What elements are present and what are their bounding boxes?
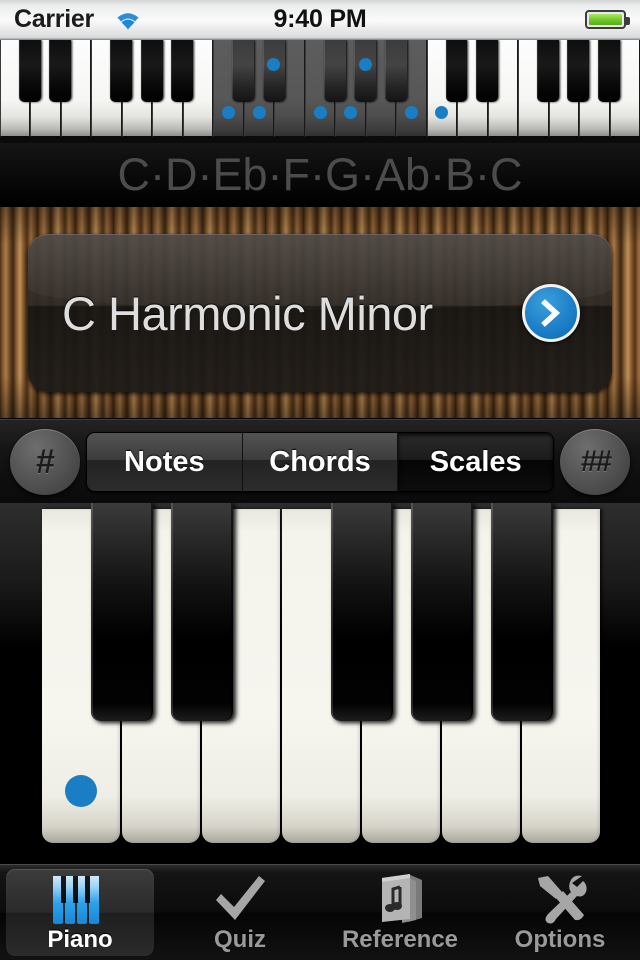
- mini-black-key[interactable]: [49, 40, 72, 102]
- mini-black-key[interactable]: [536, 40, 559, 102]
- black-key-csharp[interactable]: [91, 503, 153, 721]
- mini-black-key[interactable]: [476, 40, 498, 102]
- battery-fill: [589, 14, 622, 25]
- mini-note-marker: [313, 106, 327, 119]
- mini-black-key[interactable]: [140, 40, 163, 102]
- mini-black-key[interactable]: [384, 40, 407, 102]
- tab-label: Reference: [341, 926, 459, 953]
- wood-panel: C Harmonic Minor: [0, 206, 640, 419]
- scale-selector-button[interactable]: C Harmonic Minor: [28, 234, 612, 392]
- scale-name-label: C Harmonic Minor: [62, 286, 433, 340]
- piano-keys-icon: [53, 870, 107, 924]
- scale-notes-row: C·D·Eb·F·G·Ab·B·C: [0, 143, 640, 206]
- double-flat-button[interactable]: ##: [560, 429, 630, 495]
- chevron-right-icon[interactable]: [522, 284, 580, 342]
- black-key-fsharp[interactable]: [331, 503, 393, 721]
- black-key-asharp[interactable]: [491, 503, 553, 721]
- book-music-icon: [374, 870, 426, 924]
- checkmark-icon: [212, 870, 268, 924]
- mini-black-key[interactable]: [262, 40, 285, 102]
- mini-note-marker: [404, 106, 418, 119]
- hammer-wrench-icon: [532, 870, 588, 924]
- mini-black-key[interactable]: [445, 40, 468, 102]
- clock-label: 9:40 PM: [273, 5, 367, 33]
- tab-label: Options: [514, 926, 606, 953]
- mini-black-key[interactable]: [354, 40, 377, 102]
- scale-notes-label: C·D·Eb·F·G·Ab·B·C: [117, 148, 523, 200]
- black-key-dsharp[interactable]: [171, 503, 233, 721]
- note-marker: [65, 775, 97, 807]
- mini-black-key[interactable]: [110, 40, 133, 102]
- mini-note-marker: [343, 106, 357, 119]
- tab-piano[interactable]: Piano: [0, 865, 160, 960]
- mini-black-key[interactable]: [323, 40, 346, 102]
- mini-black-key[interactable]: [232, 40, 255, 102]
- mini-black-key[interactable]: [597, 40, 620, 102]
- segment-scales[interactable]: Scales: [398, 433, 553, 491]
- segment-chords[interactable]: Chords: [242, 433, 399, 491]
- mode-segmented-control[interactable]: Notes Chords Scales: [86, 432, 554, 492]
- mini-black-key[interactable]: [171, 40, 194, 102]
- tab-label: Piano: [47, 926, 113, 953]
- mode-control-row: # Notes Chords Scales ##: [0, 419, 640, 503]
- mini-note-marker: [358, 58, 372, 71]
- black-key-gsharp[interactable]: [411, 503, 473, 721]
- mini-keyboard-overview[interactable]: [0, 40, 640, 143]
- battery-icon: [585, 10, 630, 29]
- tab-reference[interactable]: Reference: [320, 865, 480, 960]
- mini-note-marker: [252, 106, 266, 119]
- tab-bar: Piano Quiz Reference Options: [0, 864, 640, 960]
- tab-quiz[interactable]: Quiz: [160, 865, 320, 960]
- mini-black-key[interactable]: [567, 40, 590, 102]
- flat-button[interactable]: #: [10, 429, 80, 495]
- mini-note-marker: [222, 106, 236, 119]
- main-keyboard[interactable]: [0, 503, 640, 863]
- status-bar: Carrier 9:40 PM: [0, 0, 640, 40]
- mini-black-key[interactable]: [18, 40, 41, 102]
- app-root: Carrier 9:40 PM C·D·Eb·F·G·Ab·B·C C Harm…: [0, 0, 640, 960]
- tab-label: Quiz: [214, 926, 266, 953]
- segment-notes[interactable]: Notes: [87, 433, 243, 491]
- tab-options[interactable]: Options: [480, 865, 640, 960]
